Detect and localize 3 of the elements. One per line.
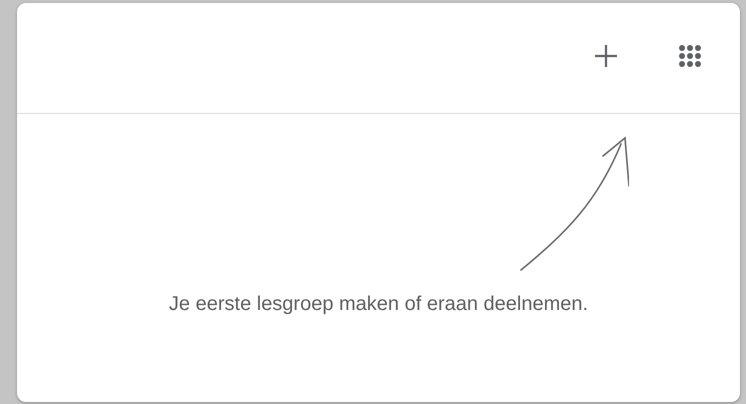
empty-state-message: Je eerste lesgroep maken of eraan deelnemen.	[168, 293, 588, 317]
plus-icon	[595, 44, 617, 66]
apps-icon	[679, 44, 701, 66]
